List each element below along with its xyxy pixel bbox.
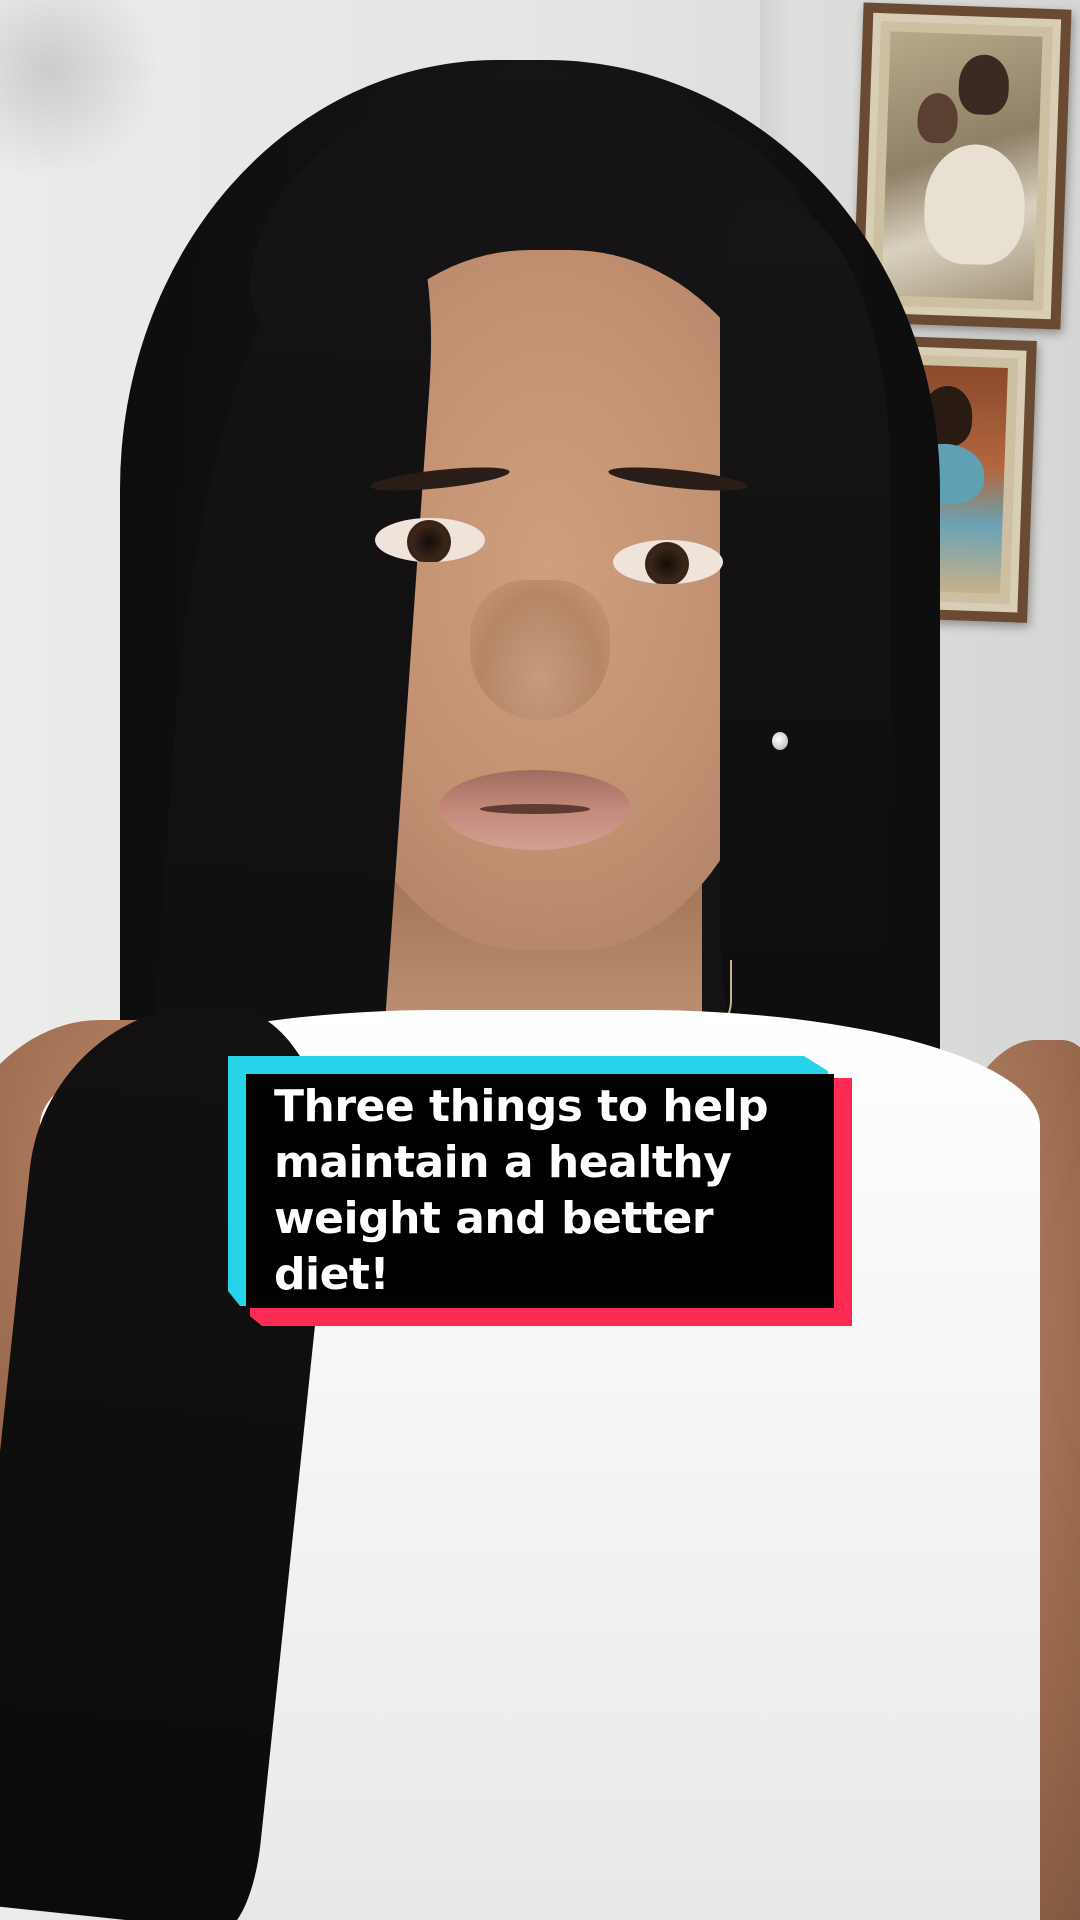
- photo-family: [881, 31, 1043, 301]
- hair-right-strands: [720, 200, 890, 1100]
- caption-text: Three things to help maintain a healthy …: [274, 1079, 808, 1303]
- ceiling-fan-blur: [0, 0, 160, 180]
- caption-line-3: weight and better diet!: [274, 1193, 714, 1300]
- caption-sticker: Three things to help maintain a healthy …: [228, 1056, 852, 1326]
- caption-box: Three things to help maintain a healthy …: [246, 1074, 834, 1308]
- caption-line-2: maintain a healthy: [274, 1137, 732, 1188]
- nose: [470, 580, 610, 720]
- caption-line-1: Three things to help: [274, 1081, 769, 1132]
- pearl-earring: [772, 732, 788, 750]
- left-eye: [375, 518, 485, 562]
- right-eye: [613, 540, 723, 584]
- video-frame: Three things to help maintain a healthy …: [0, 0, 1080, 1920]
